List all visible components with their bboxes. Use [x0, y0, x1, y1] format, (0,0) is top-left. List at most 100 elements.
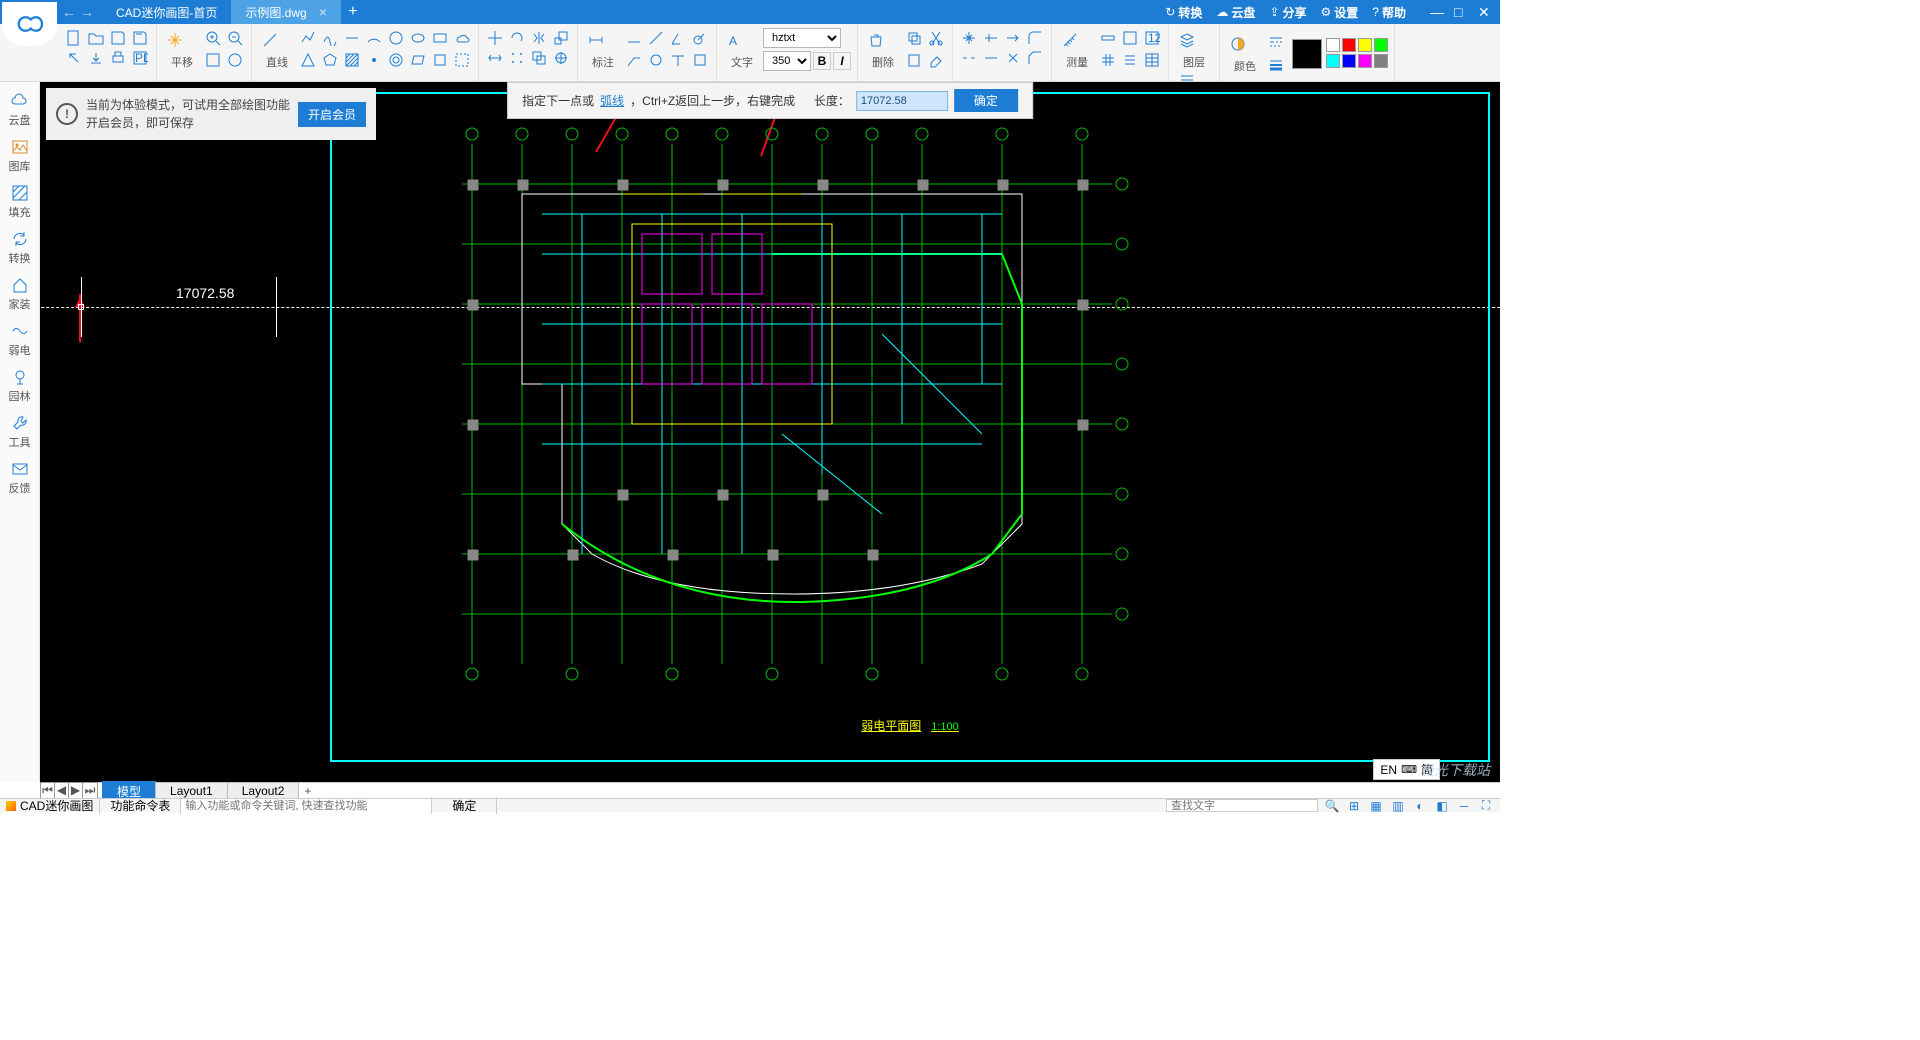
- trial-cta-button[interactable]: 开启会员: [298, 102, 366, 127]
- convert-button[interactable]: ↻ 转换: [1165, 4, 1202, 21]
- color-palette[interactable]: [1326, 38, 1388, 68]
- paste-icon[interactable]: [904, 50, 924, 70]
- donut-icon[interactable]: [386, 50, 406, 70]
- layout-next-icon[interactable]: ▶: [69, 783, 83, 798]
- hatch-icon[interactable]: [342, 50, 362, 70]
- fullscreen-icon[interactable]: ⛶: [1478, 799, 1494, 813]
- fillet-icon[interactable]: [1025, 28, 1045, 48]
- tab-document[interactable]: 示例图.dwg×: [231, 0, 341, 24]
- dim-center-icon[interactable]: [690, 50, 710, 70]
- layer-button[interactable]: 图层: [1175, 28, 1213, 70]
- command-table-button[interactable]: 功能命令表: [99, 797, 181, 814]
- dim-linear-icon[interactable]: [624, 28, 644, 48]
- spline-icon[interactable]: [320, 28, 340, 48]
- color-swatch[interactable]: [1326, 38, 1340, 52]
- dim-aligned-icon[interactable]: [646, 28, 666, 48]
- sidebar-item-cloud[interactable]: 云盘: [0, 88, 40, 132]
- drawing-canvas[interactable]: ! 当前为体验模式，可试用全部绘图功能开启会员，即可保存 开启会员 指定下一点或…: [40, 82, 1500, 782]
- tab-home[interactable]: CAD迷你画图-首页: [102, 0, 231, 24]
- polyline-icon[interactable]: [298, 28, 318, 48]
- color-swatch[interactable]: [1326, 54, 1340, 68]
- undo-icon[interactable]: [64, 48, 84, 68]
- sidebar-item-home[interactable]: 家装: [0, 272, 40, 316]
- arc-icon[interactable]: [364, 28, 384, 48]
- color-swatch[interactable]: [1342, 54, 1356, 68]
- osnap-toggle-icon[interactable]: ◧: [1434, 799, 1450, 813]
- length-input[interactable]: [856, 91, 948, 111]
- list-icon[interactable]: [1120, 50, 1140, 70]
- zoom-in-icon[interactable]: [203, 28, 223, 48]
- dim-angle-icon[interactable]: [668, 28, 688, 48]
- layout-prev-icon[interactable]: ◀: [55, 783, 69, 798]
- sidebar-item-tools[interactable]: 工具: [0, 410, 40, 454]
- sidebar-item-convert[interactable]: 转换: [0, 226, 40, 270]
- app-logo[interactable]: [2, 2, 57, 46]
- arc-link[interactable]: 弧线: [600, 92, 624, 109]
- move-icon[interactable]: [485, 28, 505, 48]
- delete-button[interactable]: 删除: [864, 28, 902, 70]
- wipeout-icon[interactable]: [452, 50, 472, 70]
- find-icon[interactable]: 🔍: [1324, 799, 1340, 813]
- sidebar-item-hatch[interactable]: 填充: [0, 180, 40, 224]
- new-file-icon[interactable]: [64, 28, 84, 48]
- triangle-icon[interactable]: [298, 50, 318, 70]
- color-swatch[interactable]: [1358, 54, 1372, 68]
- current-color-swatch[interactable]: [1292, 39, 1322, 69]
- mirror-icon[interactable]: [529, 28, 549, 48]
- cloud-rev-icon[interactable]: [452, 28, 472, 48]
- new-tab-button[interactable]: +: [341, 0, 365, 24]
- open-file-icon[interactable]: [86, 28, 106, 48]
- pan-button[interactable]: 平移: [163, 28, 201, 70]
- lwt-toggle-icon[interactable]: ─: [1456, 799, 1472, 813]
- grid-toggle-icon[interactable]: ▦: [1368, 799, 1384, 813]
- ray-icon[interactable]: [342, 28, 362, 48]
- extend-icon[interactable]: [1003, 28, 1023, 48]
- polygon-icon[interactable]: [320, 50, 340, 70]
- dist-icon[interactable]: [1098, 28, 1118, 48]
- parallelogram-icon[interactable]: [408, 50, 428, 70]
- area-icon[interactable]: [1120, 28, 1140, 48]
- chamfer-icon[interactable]: [1025, 48, 1045, 68]
- settings-button[interactable]: ⚙ 设置: [1321, 4, 1359, 21]
- copy-icon[interactable]: [904, 28, 924, 48]
- lineweight-icon[interactable]: [1266, 54, 1286, 74]
- zoom-out-icon[interactable]: [225, 28, 245, 48]
- italic-button[interactable]: I: [833, 52, 851, 70]
- break-icon[interactable]: [959, 48, 979, 68]
- scale-icon[interactable]: [551, 28, 571, 48]
- zoom-window-icon[interactable]: [203, 50, 223, 70]
- fontsize-select[interactable]: 350: [763, 51, 811, 71]
- forward-icon[interactable]: →: [80, 4, 94, 20]
- offset-icon[interactable]: [529, 48, 549, 68]
- line-button[interactable]: 直线: [258, 28, 296, 70]
- color-swatch[interactable]: [1374, 38, 1388, 52]
- polar-toggle-icon[interactable]: ◐: [1412, 799, 1428, 813]
- explode-icon[interactable]: [1003, 48, 1023, 68]
- minimize-icon[interactable]: —: [1430, 4, 1444, 21]
- grid-icon[interactable]: [1098, 50, 1118, 70]
- close-tab-icon[interactable]: ×: [319, 4, 327, 20]
- sidebar-item-feedback[interactable]: 反馈: [0, 456, 40, 500]
- color-swatch[interactable]: [1358, 38, 1372, 52]
- dim-dtext-icon[interactable]: [668, 50, 688, 70]
- ortho-toggle-icon[interactable]: ▥: [1390, 799, 1406, 813]
- num-icon[interactable]: 123: [1142, 28, 1162, 48]
- target-icon[interactable]: [551, 48, 571, 68]
- command-search-input[interactable]: [181, 799, 431, 812]
- layout-first-icon[interactable]: ⏮: [41, 783, 55, 798]
- trim-icon[interactable]: [981, 28, 1001, 48]
- grip-move-icon[interactable]: [959, 28, 979, 48]
- add-layout-button[interactable]: +: [298, 784, 317, 798]
- color-swatch[interactable]: [1342, 38, 1356, 52]
- ellipse-icon[interactable]: [408, 28, 428, 48]
- linetype-icon[interactable]: [1266, 32, 1286, 52]
- point-icon[interactable]: [364, 50, 384, 70]
- layout-last-icon[interactable]: ⏭: [83, 783, 97, 798]
- help-button[interactable]: ? 帮助: [1372, 4, 1406, 21]
- print-icon[interactable]: [108, 48, 128, 68]
- cut-icon[interactable]: [926, 28, 946, 48]
- text-button[interactable]: A 文字: [723, 28, 761, 70]
- stretch-icon[interactable]: [485, 48, 505, 68]
- close-icon[interactable]: ✕: [1478, 4, 1492, 21]
- status-ok-button[interactable]: 确定: [431, 797, 497, 814]
